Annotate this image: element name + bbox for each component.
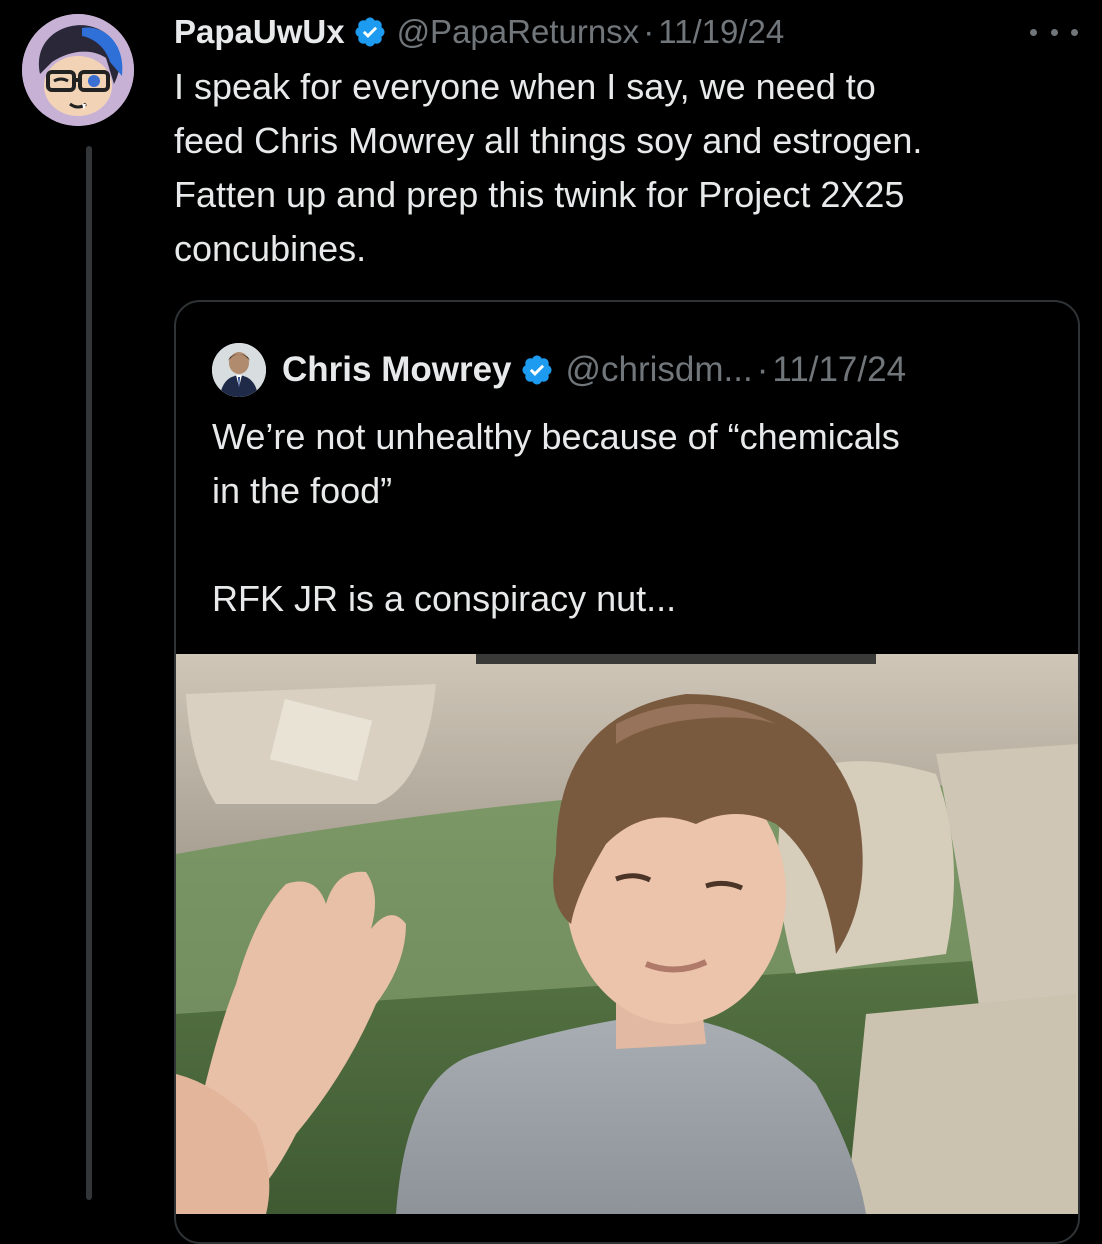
quoted-tweet-date: 11/17/24 bbox=[772, 350, 907, 389]
verified-badge-icon[interactable] bbox=[353, 15, 387, 49]
more-dot bbox=[1030, 28, 1037, 36]
author-handle[interactable]: @PapaReturnsx bbox=[397, 13, 640, 51]
quoted-tweet-video-thumbnail[interactable] bbox=[176, 654, 1078, 1214]
more-dot bbox=[1071, 28, 1078, 36]
author-display-name[interactable]: PapaUwUx bbox=[174, 13, 345, 51]
tweet[interactable]: PapaUwUx @PapaReturnsx · 11/19/24 I spea… bbox=[0, 0, 1102, 1244]
quoted-author-display-name: Chris Mowrey bbox=[282, 350, 512, 389]
quoted-tweet-card[interactable]: Chris Mowrey @chrisdm... · 11/17/24 We’r… bbox=[174, 300, 1080, 1244]
quoted-author-avatar bbox=[212, 343, 266, 397]
thread-line bbox=[86, 146, 92, 1200]
quoted-tweet-header: Chris Mowrey @chrisdm... · 11/17/24 bbox=[212, 342, 906, 398]
tweet-text: I speak for everyone when I say, we need… bbox=[174, 66, 923, 269]
tweet-header: PapaUwUx @PapaReturnsx · 11/19/24 bbox=[174, 10, 784, 54]
more-horizontal-icon[interactable] bbox=[1030, 18, 1078, 46]
tweet-date[interactable]: 11/19/24 bbox=[658, 13, 784, 51]
separator-dot: · bbox=[756, 350, 769, 389]
separator-dot: · bbox=[643, 13, 655, 50]
verified-badge-icon bbox=[520, 353, 554, 387]
quoted-author-handle: @chrisdm... bbox=[565, 350, 753, 389]
author-avatar[interactable] bbox=[22, 14, 134, 126]
quoted-tweet-text: We’re not unhealthy because of “chemical… bbox=[212, 416, 900, 619]
more-dot bbox=[1050, 28, 1058, 36]
